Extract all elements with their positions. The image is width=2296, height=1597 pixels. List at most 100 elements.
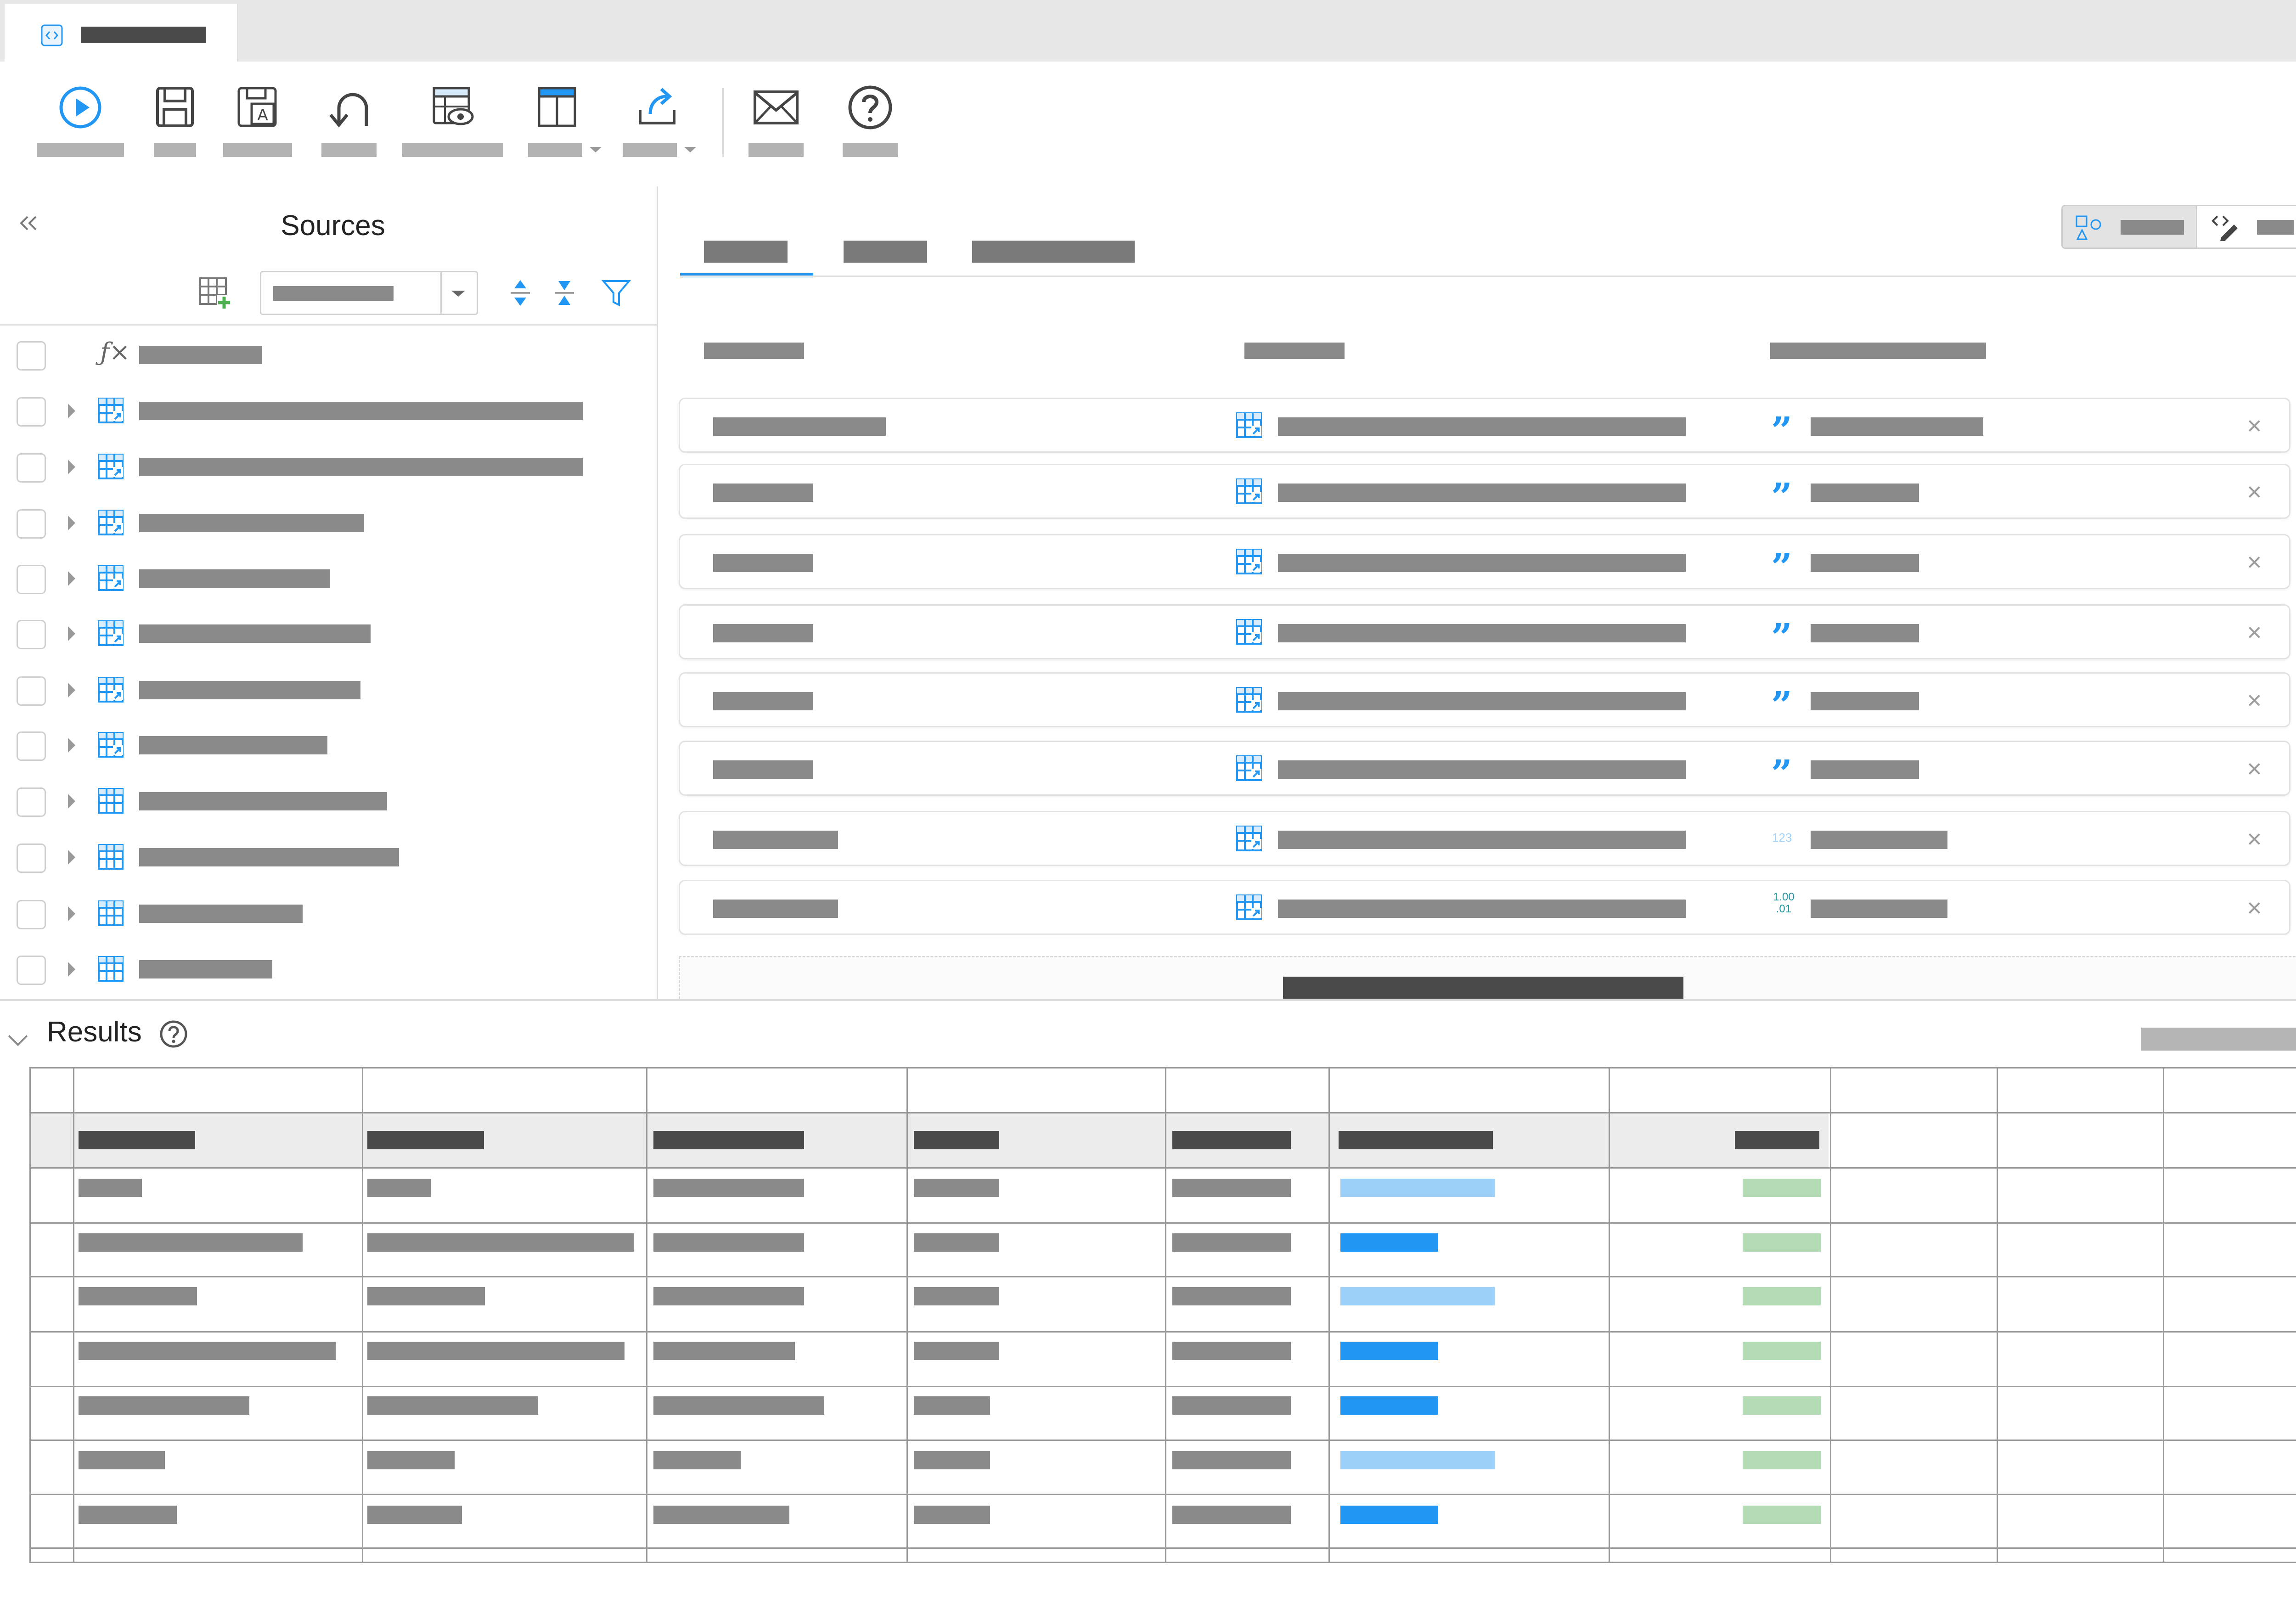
- close-icon[interactable]: ×: [2247, 687, 2262, 713]
- save-button-label: [154, 143, 196, 157]
- layout-button[interactable]: [528, 84, 606, 158]
- source-checkbox[interactable]: [17, 565, 46, 594]
- expand-caret-icon[interactable]: [68, 571, 75, 586]
- help-button[interactable]: [843, 84, 898, 158]
- mapping-row[interactable]: 1.00.01 ×: [679, 880, 2290, 935]
- close-icon[interactable]: ×: [2247, 895, 2262, 921]
- quote-icon: ”: [1771, 615, 1793, 658]
- source-row[interactable]: [0, 828, 657, 884]
- save-button[interactable]: [154, 84, 196, 158]
- source-row[interactable]: [0, 382, 657, 438]
- expand-caret-icon[interactable]: [68, 738, 75, 753]
- expand-arrows-icon[interactable]: [509, 278, 532, 308]
- source-row[interactable]: [0, 661, 657, 717]
- mapping-row[interactable]: ” ×: [679, 741, 2290, 796]
- grid-cells: [31, 1068, 2296, 1562]
- grid-cell: [653, 1342, 795, 1360]
- source-row[interactable]: [0, 438, 657, 494]
- expand-caret-icon[interactable]: [68, 906, 75, 921]
- source-filter-dropdown[interactable]: [260, 271, 478, 315]
- grid-cell-bar: [1340, 1451, 1495, 1469]
- source-row[interactable]: ƒ×: [0, 326, 657, 382]
- mapping-row[interactable]: 123 ×: [679, 811, 2290, 866]
- grid-cell: [653, 1451, 741, 1469]
- email-button[interactable]: [748, 84, 804, 158]
- mapping-row[interactable]: ” ×: [679, 464, 2290, 519]
- expand-caret-icon[interactable]: [68, 962, 75, 977]
- source-row[interactable]: [0, 494, 657, 550]
- grid-cell-bar: [1743, 1287, 1821, 1305]
- sources-title: Sources: [281, 210, 385, 242]
- source-row[interactable]: [0, 884, 657, 940]
- filter-icon[interactable]: [602, 278, 631, 308]
- decimal-icon: 1.00.01: [1773, 891, 1795, 915]
- expand-caret-icon[interactable]: [68, 516, 75, 530]
- export-button[interactable]: [623, 84, 702, 158]
- close-icon[interactable]: ×: [2247, 826, 2262, 852]
- grid-cell: [79, 1233, 303, 1252]
- undo-button-label: [321, 143, 377, 157]
- preview-button[interactable]: [402, 84, 503, 158]
- source-row[interactable]: [0, 549, 657, 605]
- source-row[interactable]: [0, 604, 657, 660]
- close-icon[interactable]: ×: [2247, 619, 2262, 645]
- linked-table-icon: [98, 732, 124, 758]
- expand-caret-icon[interactable]: [68, 794, 75, 809]
- grid-cell: [1172, 1233, 1291, 1252]
- chevron-down-icon[interactable]: [8, 1026, 28, 1046]
- save-as-button[interactable]: A: [223, 84, 292, 158]
- mapping-row[interactable]: ” ×: [679, 604, 2290, 659]
- source-checkbox[interactable]: [17, 731, 46, 761]
- grid-cell: [1172, 1451, 1291, 1469]
- expand-caret-icon[interactable]: [68, 683, 75, 697]
- mapping-row[interactable]: ” ×: [679, 398, 2290, 453]
- expand-caret-icon[interactable]: [68, 626, 75, 641]
- double-chevron-left-icon[interactable]: [17, 214, 39, 232]
- close-icon[interactable]: ×: [2247, 479, 2262, 505]
- source-name: [139, 960, 272, 978]
- collapse-arrows-icon[interactable]: [553, 278, 576, 308]
- chevron-down-icon: [684, 147, 696, 152]
- expand-caret-icon[interactable]: [68, 460, 75, 474]
- source-name: [139, 736, 327, 754]
- question-circle-icon[interactable]: [159, 1019, 188, 1049]
- source-checkbox[interactable]: [17, 341, 46, 371]
- source-row[interactable]: [0, 772, 657, 828]
- document-tab[interactable]: [5, 4, 238, 62]
- source-row[interactable]: [0, 716, 657, 772]
- dropdown-divider: [440, 272, 442, 314]
- grid-cell: [653, 1287, 804, 1305]
- linked-table-icon: [1236, 687, 1262, 713]
- source-checkbox[interactable]: [17, 397, 46, 427]
- source-name: [139, 905, 303, 923]
- mapping-source-name: [1278, 484, 1686, 502]
- source-checkbox[interactable]: [17, 956, 46, 985]
- close-icon[interactable]: ×: [2247, 549, 2262, 575]
- grid-cell: [914, 1342, 999, 1360]
- table-add-icon[interactable]: [198, 276, 232, 310]
- column-header-label: [653, 1131, 804, 1149]
- source-checkbox[interactable]: [17, 509, 46, 539]
- source-checkbox[interactable]: [17, 676, 46, 706]
- expand-caret-icon[interactable]: [68, 850, 75, 865]
- source-checkbox[interactable]: [17, 900, 46, 929]
- linked-table-icon: [1236, 549, 1262, 574]
- expand-caret-icon[interactable]: [68, 404, 75, 418]
- undo-button[interactable]: [321, 84, 377, 158]
- linked-table-icon: [1236, 894, 1262, 920]
- linked-table-icon: [1236, 478, 1262, 504]
- add-mapping-dropzone[interactable]: [679, 956, 2296, 999]
- source-row[interactable]: [0, 940, 657, 996]
- run-button[interactable]: [37, 84, 124, 158]
- play-circle-icon: [59, 86, 101, 129]
- close-icon[interactable]: ×: [2247, 756, 2262, 782]
- column-header-label: [367, 1131, 484, 1149]
- mapping-row[interactable]: ” ×: [679, 672, 2290, 727]
- close-icon[interactable]: ×: [2247, 413, 2262, 439]
- source-checkbox[interactable]: [17, 453, 46, 483]
- mapping-row[interactable]: ” ×: [679, 534, 2290, 589]
- source-checkbox[interactable]: [17, 620, 46, 649]
- source-checkbox[interactable]: [17, 843, 46, 873]
- source-checkbox[interactable]: [17, 787, 46, 817]
- source-name: [139, 402, 583, 420]
